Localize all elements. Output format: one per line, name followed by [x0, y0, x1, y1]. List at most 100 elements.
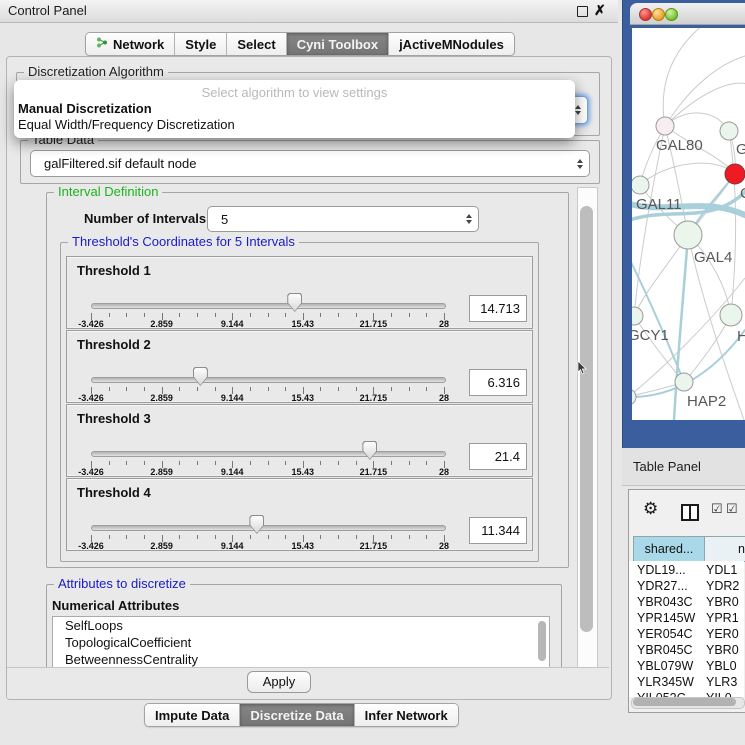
- minor-tick: [320, 387, 321, 391]
- attribute-item-betweennesscentrality[interactable]: BetweennessCentrality: [53, 651, 549, 668]
- tab-impute-data[interactable]: Impute Data: [145, 704, 240, 726]
- tick-label: -3.426: [69, 319, 113, 329]
- cell-name: YDR2: [706, 578, 739, 594]
- column-header-shared-name[interactable]: shared...: [633, 536, 704, 562]
- list-scrollbar-thumb[interactable]: [538, 621, 546, 661]
- table-row[interactable]: YDR27...YDR2: [629, 578, 744, 594]
- tab-label: Style: [185, 37, 216, 52]
- numerical-attributes-list[interactable]: SelfLoopsTopologicalCoefficientBetweenne…: [52, 616, 550, 668]
- slider-track[interactable]: [91, 451, 446, 457]
- close-traffic-light-icon[interactable]: [639, 8, 652, 21]
- table-row[interactable]: YPR145WYPR1: [629, 610, 744, 626]
- checkbox-checked-icon[interactable]: ☑: [726, 501, 738, 517]
- network-node[interactable]: [632, 307, 643, 325]
- tab-style[interactable]: Style: [175, 33, 227, 55]
- table-row[interactable]: YER054CYER0: [629, 626, 744, 642]
- minor-tick: [409, 461, 410, 465]
- slider-handle[interactable]: [249, 515, 264, 534]
- split-columns-icon[interactable]: [681, 504, 699, 521]
- apply-button[interactable]: Apply: [247, 671, 311, 693]
- combo-stepper-icon: [571, 159, 589, 169]
- minor-tick: [426, 461, 427, 465]
- minor-tick: [197, 461, 198, 465]
- gear-icon[interactable]: ⚙: [643, 500, 658, 517]
- minor-tick: [126, 461, 127, 465]
- minor-tick: [356, 387, 357, 391]
- minor-tick: [338, 461, 339, 465]
- minor-tick: [250, 313, 251, 317]
- tab-jactivemnodules[interactable]: jActiveMNodules: [389, 33, 514, 55]
- float-window-icon[interactable]: [577, 6, 588, 17]
- cell-name: YBR0: [706, 642, 739, 658]
- numerical-attributes-label: Numerical Attributes: [52, 598, 179, 613]
- cell-name: YER0: [706, 626, 739, 642]
- tab-discretize-data[interactable]: Discretize Data: [240, 704, 354, 726]
- threshold-label: Threshold 4: [77, 485, 151, 500]
- network-node[interactable]: [725, 164, 745, 184]
- slider-track[interactable]: [91, 525, 446, 531]
- dropdown-option-equal-width-frequency-discretization[interactable]: Equal Width/Frequency Discretization: [16, 117, 574, 132]
- table-row[interactable]: YDL19...YDL1: [629, 562, 744, 578]
- tab-network[interactable]: Network: [86, 33, 175, 55]
- tick-label: 28: [422, 467, 466, 477]
- table-row[interactable]: YIL052CYIL0: [629, 690, 744, 697]
- slider-track[interactable]: [91, 377, 446, 383]
- dropdown-hint-item[interactable]: Select algorithm to view settings: [14, 85, 575, 100]
- network-canvas[interactable]: GAL80GACGAL11GAL4GCY1HHAP2: [632, 28, 745, 420]
- cell-shared-name: YBR043C: [637, 594, 693, 610]
- close-icon[interactable]: ✗: [594, 2, 606, 19]
- slider-track[interactable]: [91, 303, 446, 309]
- dropdown-option-manual-discretization[interactable]: Manual Discretization: [16, 101, 574, 116]
- node-label: C: [740, 185, 745, 202]
- cell-shared-name: YPR145W: [637, 610, 695, 626]
- minimize-traffic-light-icon[interactable]: [652, 8, 665, 21]
- threshold-value-field[interactable]: 14.713: [469, 295, 527, 322]
- network-icon: [96, 36, 108, 52]
- slider-handle[interactable]: [193, 367, 208, 386]
- network-edge: [684, 315, 731, 382]
- tick-label: -3.426: [69, 393, 113, 403]
- network-edge: [663, 28, 712, 126]
- tab-select[interactable]: Select: [227, 33, 286, 55]
- threshold-value-field[interactable]: 6.316: [469, 369, 527, 396]
- threshold-panel-3: Threshold 3-3.4262.8599.14415.4321.71528…: [66, 404, 533, 477]
- minor-tick: [391, 387, 392, 391]
- checkbox-checked-icon[interactable]: ☑: [711, 501, 723, 517]
- tick-label: 21.715: [351, 319, 395, 329]
- network-node[interactable]: [632, 176, 649, 194]
- tick-label: 9.144: [210, 467, 254, 477]
- zoom-traffic-light-icon[interactable]: [665, 8, 678, 21]
- network-edge: [665, 113, 729, 131]
- minor-tick: [250, 387, 251, 391]
- table-hscrollbar-thumb[interactable]: [633, 698, 736, 706]
- minor-tick: [109, 535, 110, 539]
- table-row[interactable]: YBL079WYBL0: [629, 658, 744, 674]
- network-node[interactable]: [674, 221, 702, 249]
- panel-scrollbar-thumb[interactable]: [580, 206, 593, 632]
- table-row[interactable]: YBR043CYBR0: [629, 594, 744, 610]
- tab-infer-network[interactable]: Infer Network: [355, 704, 458, 726]
- threshold-value-field[interactable]: 21.4: [469, 443, 527, 470]
- cell-shared-name: YDL19...: [637, 562, 686, 578]
- table-row[interactable]: YLR345WYLR3: [629, 674, 744, 690]
- network-node[interactable]: [720, 304, 742, 326]
- tick-label: 15.43: [281, 393, 325, 403]
- column-header-name[interactable]: na: [704, 536, 745, 562]
- slider-handle[interactable]: [287, 293, 302, 312]
- tab-cyni-toolbox[interactable]: Cyni Toolbox: [287, 33, 389, 55]
- number-of-intervals-combobox[interactable]: 5: [207, 206, 479, 232]
- attribute-item-topologicalcoefficient[interactable]: TopologicalCoefficient: [53, 634, 549, 651]
- threshold-value-field[interactable]: 11.344: [469, 517, 527, 544]
- tab-label: Select: [237, 37, 275, 52]
- attribute-item-selfloops[interactable]: SelfLoops: [53, 617, 549, 634]
- table-data-combobox[interactable]: galFiltered.sif default node: [30, 150, 590, 177]
- cell-name: YBL0: [706, 658, 737, 674]
- network-node[interactable]: [656, 117, 674, 135]
- network-node[interactable]: [675, 373, 693, 391]
- table-data-combobox-value: galFiltered.sif default node: [31, 156, 571, 171]
- cell-name: YIL0: [706, 690, 732, 697]
- slider-handle[interactable]: [362, 441, 377, 460]
- table-row[interactable]: YBR045CYBR0: [629, 642, 744, 658]
- network-node[interactable]: [720, 122, 738, 140]
- minor-tick: [126, 535, 127, 539]
